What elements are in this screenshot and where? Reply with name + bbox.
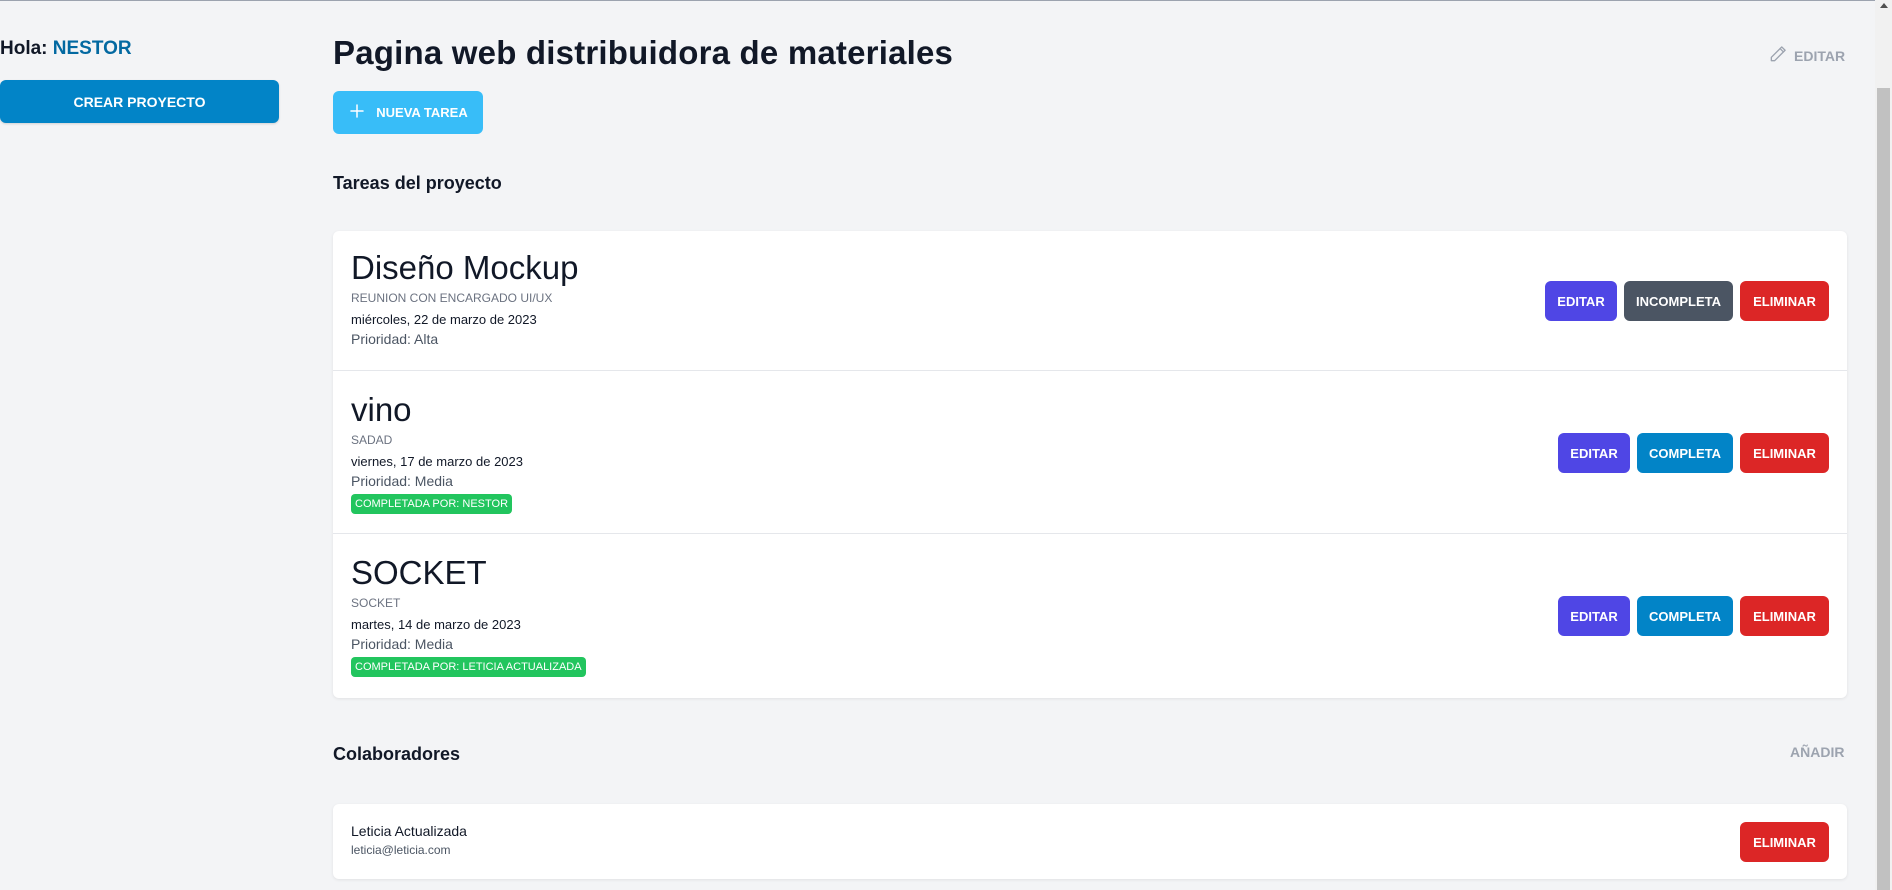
task-actions: EDITAR COMPLETA ELIMINAR xyxy=(1558,433,1829,473)
task-name: SOCKET xyxy=(351,554,487,591)
edit-project-label: EDITAR xyxy=(1794,47,1846,64)
plus-icon xyxy=(348,102,366,123)
toggle-status-button[interactable]: INCOMPLETA xyxy=(1624,281,1733,321)
scrollbar-thumb[interactable] xyxy=(1877,88,1890,890)
task-name: vino xyxy=(351,391,412,428)
delete-task-button[interactable]: ELIMINAR xyxy=(1740,281,1829,321)
tasks-section-title: Tareas del proyecto xyxy=(333,173,502,193)
pencil-icon xyxy=(1768,44,1788,67)
task-description: REUNION CON ENCARGADO UI/UX xyxy=(351,291,553,305)
task-date: viernes, 17 de marzo de 2023 xyxy=(351,454,523,469)
collaborator-name: Leticia Actualizada xyxy=(351,823,467,839)
new-task-button[interactable]: NUEVA TAREA xyxy=(333,91,483,134)
task-actions: EDITAR COMPLETA ELIMINAR xyxy=(1558,596,1829,636)
scroll-up-arrow-icon[interactable] xyxy=(1880,3,1888,8)
task-name: Diseño Mockup xyxy=(351,249,579,286)
create-project-button[interactable]: CREAR PROYECTO xyxy=(0,80,279,123)
edit-task-button[interactable]: EDITAR xyxy=(1558,596,1630,636)
completed-by-badge: COMPLETADA POR: LETICIA ACTUALIZADA xyxy=(351,657,586,677)
delete-task-button[interactable]: ELIMINAR xyxy=(1740,433,1829,473)
collaborators-section-title: Colaboradores xyxy=(333,744,461,764)
collaborator-item: Leticia Actualizada leticia@leticia.com … xyxy=(333,804,1847,879)
task-priority: Prioridad: Media xyxy=(351,636,453,652)
task-item: Diseño Mockup REUNION CON ENCARGADO UI/U… xyxy=(333,231,1847,371)
greeting: Hola: NESTOR xyxy=(0,38,132,60)
delete-collaborator-button[interactable]: ELIMINAR xyxy=(1740,822,1829,862)
delete-task-button[interactable]: ELIMINAR xyxy=(1740,596,1829,636)
task-item: SOCKET SOCKET martes, 14 de marzo de 202… xyxy=(333,534,1847,698)
user-name: NESTOR xyxy=(52,38,132,59)
project-title: Pagina web distribuidora de materiales xyxy=(333,34,954,71)
edit-task-button[interactable]: EDITAR xyxy=(1558,433,1630,473)
new-task-label: NUEVA TAREA xyxy=(376,105,468,120)
task-priority: Prioridad: Media xyxy=(351,473,453,489)
greeting-prefix: Hola: xyxy=(0,38,53,59)
task-description: SADAD xyxy=(351,433,393,447)
task-actions: EDITAR INCOMPLETA ELIMINAR xyxy=(1545,281,1829,321)
completed-by-badge: COMPLETADA POR: NESTOR xyxy=(351,494,513,514)
collaborator-email: leticia@leticia.com xyxy=(351,843,451,857)
window-top-border xyxy=(0,0,1892,1)
task-priority: Prioridad: Alta xyxy=(351,331,439,347)
toggle-status-button[interactable]: COMPLETA xyxy=(1637,433,1733,473)
edit-project-button[interactable]: EDITAR xyxy=(1768,44,1845,67)
tasks-list: Diseño Mockup REUNION CON ENCARGADO UI/U… xyxy=(333,231,1847,698)
toggle-status-button[interactable]: COMPLETA xyxy=(1637,596,1733,636)
scrollbar[interactable] xyxy=(1875,0,1892,890)
task-item: vino SADAD viernes, 17 de marzo de 2023 … xyxy=(333,371,1847,534)
task-date: martes, 14 de marzo de 2023 xyxy=(351,617,521,632)
collaborator-actions: ELIMINAR xyxy=(1740,822,1829,862)
task-date: miércoles, 22 de marzo de 2023 xyxy=(351,312,537,327)
task-description: SOCKET xyxy=(351,596,401,610)
add-collaborator-button[interactable]: AÑADIR xyxy=(1790,744,1844,760)
edit-task-button[interactable]: EDITAR xyxy=(1545,281,1617,321)
